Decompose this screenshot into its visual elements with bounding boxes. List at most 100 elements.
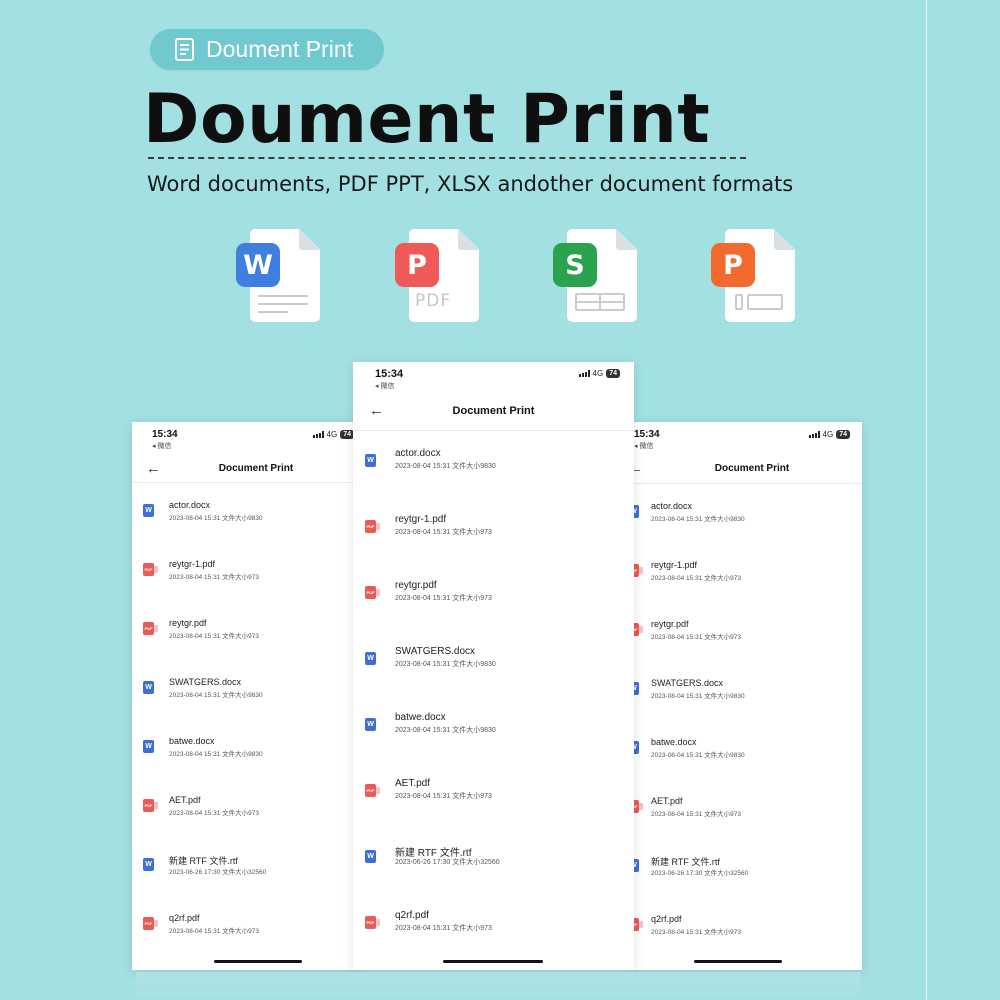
- word-doc-icon: W: [143, 858, 154, 871]
- file-meta: 2023-08-04 15:31 文件大小9830: [395, 463, 496, 470]
- word-doc-icon: W: [365, 850, 376, 863]
- status-bar: 15:34 ◂ 微信 4G 74: [132, 422, 358, 452]
- pdf-doc-icon: PDF: [365, 916, 380, 929]
- status-bar: 15:34 ◂ 微信 4G 74: [353, 362, 634, 392]
- file-list-item[interactable]: W 新建 RTF 文件.rtf 2023-06-26 17:30 文件大小32560: [632, 855, 862, 895]
- home-indicator: [443, 960, 543, 963]
- file-meta: 2023-08-04 15:31 文件大小973: [169, 928, 259, 935]
- file-meta: 2023-08-04 15:31 文件大小9830: [169, 692, 263, 699]
- phone-screenshot-right: 15:34 ◂ 微信 4G 74 ← Document Print Wactor.docx 2…: [632, 422, 862, 970]
- file-list-item[interactable]: Wactor.docx 2023-08-04 15:31 文件大小9830: [353, 448, 634, 488]
- file-list-item[interactable]: PDFq2rf.pdf2023-08-04 15:31 文件大小973: [132, 913, 358, 953]
- file-list-item[interactable]: PDFreytgr.pdf2023-08-04 15:31 文件大小973: [632, 619, 862, 659]
- page-title: Doument Print: [143, 80, 711, 159]
- pdf-doc-icon: PDF: [365, 784, 380, 797]
- word-doc-icon: W: [143, 681, 154, 694]
- file-list-item[interactable]: Wactor.docx 2023-08-04 15:31 文件大小9830: [132, 500, 358, 540]
- file-meta: 2023-08-04 15:31 文件大小973: [395, 529, 492, 536]
- file-list-item[interactable]: PDFreytgr-1.pdf2023-08-04 15:31 文件大小973: [632, 560, 862, 600]
- file-name: batwe.docx: [169, 736, 215, 746]
- battery-icon: 74: [606, 369, 620, 378]
- file-meta: 2023-08-04 15:31 文件大小973: [395, 595, 492, 602]
- file-list-item[interactable]: PDF reytgr-1.pdf 2023-08-04 15:31 文件大小973: [353, 514, 634, 554]
- file-meta: 2023-08-04 15:31 文件大小973: [169, 810, 259, 817]
- pdf-doc-icon: PDF: [143, 622, 158, 635]
- home-indicator: [214, 960, 302, 963]
- file-list-item[interactable]: PDFAET.pdf2023-08-04 15:31 文件大小973: [132, 795, 358, 835]
- dashed-divider: [148, 157, 746, 159]
- word-file-icon: W: [236, 229, 320, 325]
- file-meta: 2023-08-04 15:31 文件大小9830: [395, 661, 496, 668]
- home-indicator: [694, 960, 782, 963]
- network-type: 4G: [822, 430, 834, 439]
- file-list-item[interactable]: PDFreytgr.pdf2023-08-04 15:31 文件大小973: [132, 618, 358, 658]
- file-list-item[interactable]: W 新建 RTF 文件.rtf 2023-06-26 17:30 文件大小32560: [353, 844, 634, 884]
- word-doc-icon: W: [365, 718, 376, 731]
- file-meta: 2023-08-04 15:31 文件大小9830: [169, 515, 263, 522]
- nav-title: Document Print: [218, 463, 294, 474]
- file-meta: 2023-08-04 15:31 文件大小973: [395, 925, 492, 932]
- status-time: 15:34: [634, 429, 660, 440]
- file-list-item[interactable]: Wbatwe.docx 2023-08-04 15:31 文件大小9830: [353, 712, 634, 752]
- word-doc-icon: W: [365, 652, 376, 665]
- file-name: reytgr-1.pdf: [651, 560, 698, 570]
- nav-bar: ← Document Print: [632, 460, 862, 480]
- signal-icon: [312, 431, 324, 438]
- file-meta: 2023-06-26 17:30 文件大小32560: [395, 859, 500, 866]
- file-meta: 2023-08-04 15:31 文件大小9830: [651, 516, 745, 523]
- file-name: SWATGERS.docx: [395, 646, 476, 657]
- network-type: 4G: [592, 369, 604, 378]
- file-name: AET.pdf: [169, 795, 201, 805]
- status-bar: 15:34 ◂ 微信 4G 74: [632, 422, 862, 452]
- pdf-file-icon: P PDF: [395, 229, 479, 325]
- nav-title: Document Print: [714, 463, 790, 474]
- file-list-item[interactable]: PDF q2rf.pdf 2023-08-04 15:31 文件大小973: [353, 910, 634, 950]
- file-list-item[interactable]: W 新建 RTF 文件.rtf 2023-06-26 17:30 文件大小32560: [132, 854, 358, 894]
- signal-icon: [578, 370, 590, 377]
- file-list-item[interactable]: PDFreytgr-1.pdf2023-08-04 15:31 文件大小973: [132, 559, 358, 599]
- back-to-app-link[interactable]: ◂ 微信: [375, 381, 394, 391]
- signal-indicators: 4G 74: [808, 430, 850, 439]
- back-to-app-link[interactable]: ◂ 微信: [634, 441, 653, 451]
- phone-screenshot-left: 15:34 ◂ 微信 4G 74 ← Document Print Wactor.docx 2…: [132, 422, 358, 970]
- file-meta: 2023-08-04 15:31 文件大小973: [651, 634, 741, 641]
- document-icon: [175, 38, 194, 61]
- file-name: actor.docx: [651, 501, 693, 511]
- file-list-item[interactable]: Wactor.docx 2023-08-04 15:31 文件大小9830: [632, 501, 862, 541]
- file-meta: 2023-08-04 15:31 文件大小973: [651, 575, 741, 582]
- battery-icon: 74: [340, 430, 354, 439]
- floor-reflection: [136, 972, 860, 1000]
- pdf-doc-icon: PDF: [365, 520, 380, 533]
- word-doc-icon: W: [365, 454, 376, 467]
- file-name: reytgr-1.pdf: [395, 514, 447, 525]
- status-time: 15:34: [375, 368, 404, 380]
- file-meta: 2023-08-04 15:31 文件大小973: [395, 793, 492, 800]
- file-list-item[interactable]: PDFAET.pdf2023-08-04 15:31 文件大小973: [353, 778, 634, 818]
- file-name: SWATGERS.docx: [651, 678, 724, 688]
- battery-icon: 74: [836, 430, 850, 439]
- file-list-item[interactable]: W SWATGERS.docx 2023-08-04 15:31 文件大小9830: [132, 677, 358, 717]
- file-name: SWATGERS.docx: [169, 677, 242, 687]
- file-name: q2rf.pdf: [651, 914, 682, 924]
- file-meta: 2023-08-04 15:31 文件大小9830: [651, 693, 745, 700]
- file-name: q2rf.pdf: [395, 910, 429, 921]
- file-name: AET.pdf: [651, 796, 683, 806]
- file-list-item[interactable]: W SWATGERS.docx 2023-08-04 15:31 文件大小9830: [353, 646, 634, 686]
- signal-indicators: 4G 74: [312, 430, 354, 439]
- section-badge-label: Doument Print: [206, 36, 354, 62]
- file-meta: 2023-08-04 15:31 文件大小973: [169, 633, 259, 640]
- file-meta: 2023-08-04 15:31 文件大小9830: [651, 752, 745, 759]
- nav-divider: [132, 482, 358, 483]
- file-list-item[interactable]: Wbatwe.docx 2023-08-04 15:31 文件大小9830: [632, 737, 862, 777]
- nav-divider: [353, 430, 634, 431]
- network-type: 4G: [326, 430, 338, 439]
- back-to-app-link[interactable]: ◂ 微信: [152, 441, 171, 451]
- file-list-item[interactable]: PDFq2rf.pdf2023-08-04 15:31 文件大小973: [632, 914, 862, 954]
- file-list-item[interactable]: PDFreytgr.pdf2023-08-04 15:31 文件大小973: [353, 580, 634, 620]
- signal-icon: [808, 431, 820, 438]
- nav-divider: [632, 483, 862, 484]
- file-name: batwe.docx: [651, 737, 697, 747]
- file-list-item[interactable]: W SWATGERS.docx 2023-08-04 15:31 文件大小9830: [632, 678, 862, 718]
- file-list-item[interactable]: Wbatwe.docx 2023-08-04 15:31 文件大小9830: [132, 736, 358, 776]
- file-list-item[interactable]: PDFAET.pdf2023-08-04 15:31 文件大小973: [632, 796, 862, 836]
